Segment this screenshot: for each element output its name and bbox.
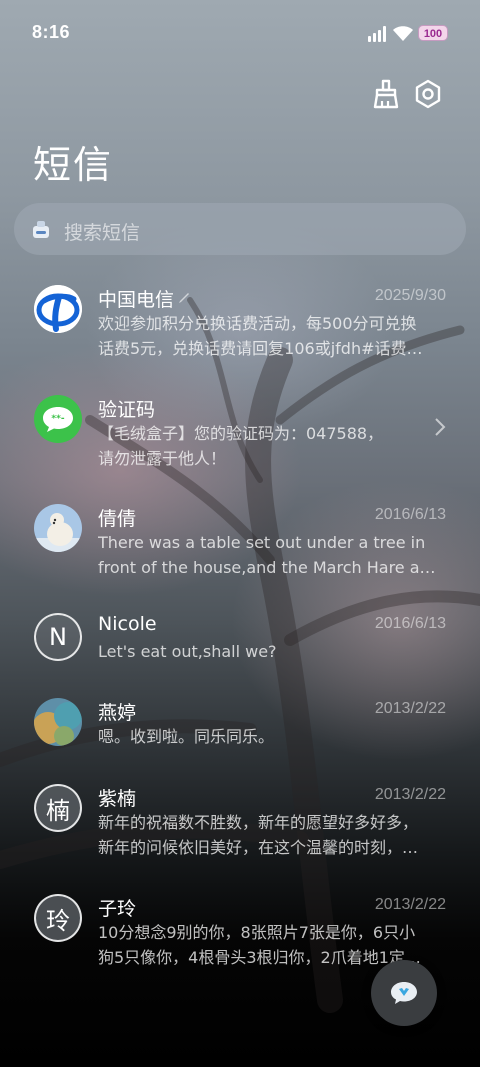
avatar: 楠: [34, 784, 82, 832]
avatar: 玲: [34, 894, 82, 942]
chevron-right-icon: [435, 418, 446, 436]
conversation-preview: 【毛绒盒子】您的验证码为：047588， 请勿泄露于他人！: [98, 424, 384, 468]
conversation-date: 2013/2/22: [374, 896, 446, 913]
landscape-photo-icon: [34, 698, 82, 746]
conversation-name: 子玲: [98, 898, 137, 920]
conversation-date: 2016/6/13: [374, 506, 446, 523]
avatar: [34, 285, 82, 333]
conversation-name: 燕婷: [98, 702, 137, 724]
conversation-name: 紫楠: [98, 788, 137, 810]
conversation-preview: 嗯。收到啦。同乐同乐。: [98, 727, 275, 746]
new-message-button[interactable]: [371, 960, 437, 1026]
conversation-name: Nicole: [98, 613, 157, 635]
china-telecom-logo-icon: [34, 285, 82, 333]
search-bar[interactable]: 搜索短信: [14, 203, 466, 255]
conversation-item[interactable]: 楠 紫楠 2013/2/22 新年的祝福数不胜数，新年的愿望好多好多， 新年的问…: [0, 784, 480, 888]
search-placeholder: 搜索短信: [64, 222, 141, 244]
compose-bubble-icon: [391, 982, 417, 1004]
conversation-preview: There was a table set out under a tree i…: [98, 533, 444, 577]
avatar: [34, 698, 82, 746]
clean-brush-button[interactable]: [370, 78, 402, 110]
message-bubble-icon: **-: [43, 407, 73, 432]
conversation-preview: 新年的祝福数不胜数，新年的愿望好多好多， 新年的问候依旧美好，在这个温馨的时刻，…: [98, 813, 419, 857]
brush-icon: [373, 79, 399, 109]
battery-indicator: 100: [418, 25, 448, 41]
conversation-name: 验证码: [98, 399, 156, 421]
status-time: 8:16: [32, 22, 71, 42]
conversation-date: 2016/6/13: [374, 615, 446, 632]
conversation-name: 倩倩: [98, 508, 137, 530]
settings-button[interactable]: [412, 78, 444, 110]
conversation-item[interactable]: 中国电信 2025/9/30 欢迎参加积分兑换话费活动，每500分可兑换 话费5…: [0, 285, 480, 389]
svg-text:**-: **-: [51, 414, 64, 424]
conversation-preview: Let's eat out,shall we?: [98, 642, 277, 661]
avatar: **-: [34, 395, 82, 443]
avatar: N: [34, 613, 82, 661]
avatar: [34, 504, 82, 552]
cellular-signal-icon: [368, 26, 386, 42]
pencil-icon: [179, 293, 190, 303]
conversation-preview: 欢迎参加积分兑换话费活动，每500分可兑换 话费5元，兑换话费请回复106或jf…: [98, 314, 423, 358]
settings-hexagon-icon: [415, 79, 441, 109]
status-bar: 8:16 100: [0, 0, 480, 68]
wifi-icon: [393, 26, 413, 41]
conversation-date: 2013/2/22: [374, 700, 446, 717]
page-title: 短信: [33, 143, 114, 187]
conversation-date: 2013/2/22: [374, 786, 446, 803]
conversation-name: 中国电信: [98, 285, 190, 312]
conversation-date: 2025/9/30: [374, 287, 446, 304]
conversation-item[interactable]: **- 验证码 【毛绒盒子】您的验证码为：047588， 请勿泄露于他人！: [0, 395, 480, 499]
polar-bear-photo-icon: [34, 504, 82, 552]
search-robot-icon: [33, 221, 49, 238]
conversation-item[interactable]: 倩倩 2016/6/13 There was a table set out u…: [0, 504, 480, 608]
